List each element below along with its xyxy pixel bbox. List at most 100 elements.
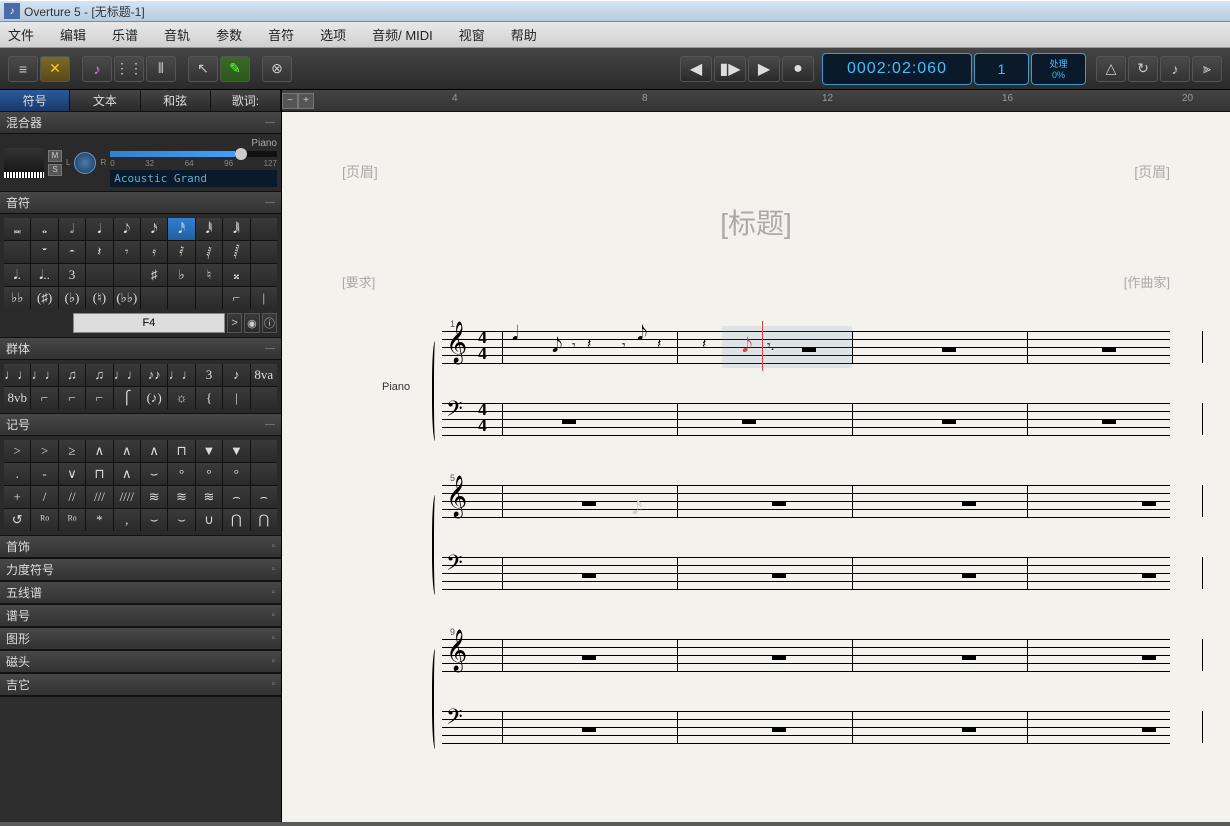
note-cell[interactable]: (♯) — [31, 287, 57, 309]
volume-slider[interactable] — [110, 151, 277, 157]
list-button[interactable]: ⋮⋮ — [114, 56, 144, 82]
delete-button[interactable]: ⊗ — [262, 56, 292, 82]
group-cell[interactable]: { — [196, 387, 222, 409]
group-cell[interactable]: ♩♩ — [168, 364, 194, 386]
mark-cell[interactable] — [251, 440, 277, 462]
instrument-icon[interactable] — [4, 148, 44, 178]
groups-header[interactable]: 群体— — [0, 338, 281, 360]
mark-cell[interactable]: /// — [86, 486, 112, 508]
note-cell[interactable]: 𝅘𝅥. — [4, 264, 30, 286]
group-cell[interactable] — [251, 387, 277, 409]
score-ruler[interactable]: − + 48121620 — [282, 90, 1230, 112]
menu-help[interactable]: 帮助 — [511, 25, 537, 44]
bass-staff[interactable]: 𝄢▬▬▬▬ — [442, 711, 1170, 743]
tools-button[interactable]: ✕ — [40, 56, 70, 82]
note-cell[interactable]: ⌐ — [223, 287, 249, 309]
score-page[interactable]: [页眉] [页眉] [标题] [要求] [作曲家] Piano1𝄞44𝅘𝅥𝅘𝅥𝅮… — [282, 112, 1230, 822]
mark-cell[interactable]: ° — [168, 463, 194, 485]
note-cell[interactable]: 𝅜 — [4, 218, 30, 240]
mark-cell[interactable]: ∧ — [114, 440, 140, 462]
note-cell[interactable]: 𝅘𝅥𝅯 — [141, 218, 167, 240]
mark-cell[interactable]: ≋ — [141, 486, 167, 508]
note-cell[interactable] — [86, 264, 112, 286]
collapsed-panel-header[interactable]: 吉它▫ — [0, 674, 281, 696]
bass-staff[interactable]: 𝄢44▬▬▬▬ — [442, 403, 1170, 435]
page-sub-right[interactable]: [作曲家] — [1124, 272, 1170, 291]
group-cell[interactable]: ⌐ — [31, 387, 57, 409]
mark-cell[interactable]: . — [4, 463, 30, 485]
note-cell[interactable]: ♭ — [168, 264, 194, 286]
group-cell[interactable]: ♫ — [86, 364, 112, 386]
mark-cell[interactable]: ▼ — [196, 440, 222, 462]
metronome-button[interactable]: △ — [1096, 56, 1126, 82]
record-button[interactable]: ● — [782, 56, 814, 82]
note-cell[interactable]: 𝄽 — [86, 241, 112, 263]
group-cell[interactable]: ☼ — [168, 387, 194, 409]
mark-cell[interactable]: ° — [196, 463, 222, 485]
mark-cell[interactable]: ⌢ — [223, 486, 249, 508]
group-cell[interactable]: 8vb — [4, 387, 30, 409]
menu-options[interactable]: 选项 — [320, 25, 346, 44]
note-cell[interactable]: (♮) — [86, 287, 112, 309]
mark-cell[interactable]: - — [31, 463, 57, 485]
note-cell[interactable] — [251, 218, 277, 240]
solo-button[interactable]: S — [48, 164, 62, 176]
quantize-button[interactable]: ♪ — [1160, 56, 1190, 82]
menu-notes[interactable]: 音符 — [268, 25, 294, 44]
mark-cell[interactable]: ∪ — [196, 509, 222, 531]
group-cell[interactable]: ♩♩ — [114, 364, 140, 386]
mark-cell[interactable]: ≋ — [196, 486, 222, 508]
play-button[interactable]: ▶ — [748, 56, 780, 82]
tab-symbols[interactable]: 符号 — [0, 90, 70, 111]
mark-cell[interactable] — [251, 463, 277, 485]
mark-cell[interactable]: ᴿᵒ — [59, 509, 85, 531]
treble-staff[interactable]: 𝄞▬▬▬▬ — [442, 639, 1170, 671]
menu-track[interactable]: 音轨 — [164, 25, 190, 44]
snap-button[interactable]: ⫸ — [1192, 56, 1222, 82]
mark-cell[interactable]: ⌢ — [251, 486, 277, 508]
pan-knob[interactable] — [74, 152, 96, 174]
mark-cell[interactable]: ∨ — [59, 463, 85, 485]
note-cell[interactable]: 𝄼 — [59, 241, 85, 263]
note-cell[interactable]: 𝄿 — [141, 241, 167, 263]
menu-audio-midi[interactable]: 音频/ MIDI — [372, 25, 433, 44]
note-cell[interactable]: 𝅁 — [196, 241, 222, 263]
note-input[interactable] — [73, 313, 225, 333]
mark-cell[interactable]: ⌣ — [141, 509, 167, 531]
pointer-tool[interactable]: ↖ — [188, 56, 218, 82]
treble-staff[interactable]: 𝄞▬▬▬▬𝅘𝅥𝅯 — [442, 485, 1170, 517]
marks-header[interactable]: 记号— — [0, 414, 281, 436]
note-cell[interactable] — [196, 287, 222, 309]
collapsed-panel-header[interactable]: 五线谱▫ — [0, 582, 281, 604]
mark-cell[interactable]: ᴿᵒ — [31, 509, 57, 531]
stop-button[interactable]: ▮▶ — [714, 56, 746, 82]
group-cell[interactable]: ♪ — [223, 364, 249, 386]
note-cell[interactable]: (♭♭) — [114, 287, 140, 309]
mark-cell[interactable]: ∧ — [86, 440, 112, 462]
note-cell[interactable] — [114, 264, 140, 286]
menu-score[interactable]: 乐谱 — [112, 25, 138, 44]
menu-edit[interactable]: 编辑 — [60, 25, 86, 44]
note-cell[interactable]: 𝅘𝅥𝅲 — [223, 218, 249, 240]
group-cell[interactable]: (♪) — [141, 387, 167, 409]
mark-cell[interactable]: , — [114, 509, 140, 531]
group-cell[interactable]: ♩♩ — [4, 364, 30, 386]
mark-cell[interactable]: ∧ — [114, 463, 140, 485]
note-cell[interactable]: 𝅂 — [223, 241, 249, 263]
collapsed-panel-header[interactable]: 图形▫ — [0, 628, 281, 650]
group-cell[interactable]: 3 — [196, 364, 222, 386]
mark-cell[interactable]: ⊓ — [86, 463, 112, 485]
page-header-left[interactable]: [页眉] — [342, 162, 378, 182]
mark-cell[interactable]: ∧ — [141, 440, 167, 462]
treble-staff[interactable]: 𝄞44𝅘𝅥𝅘𝅥𝅮𝄾𝄽𝄾𝅘𝅥𝅮𝄽𝄽𝅘𝅥𝅮𝄾.▬▬▬ — [442, 331, 1170, 363]
page-sub-left[interactable]: [要求] — [342, 272, 375, 291]
mark-cell[interactable]: ⌣ — [141, 463, 167, 485]
mark-cell[interactable]: / — [31, 486, 57, 508]
note-cell[interactable]: 𝅘𝅥𝅮 — [114, 218, 140, 240]
view-button[interactable]: ≡ — [8, 56, 38, 82]
collapsed-panel-header[interactable]: 首饰▫ — [0, 536, 281, 558]
mark-cell[interactable]: * — [86, 509, 112, 531]
bass-staff[interactable]: 𝄢▬▬▬▬ — [442, 557, 1170, 589]
mark-cell[interactable]: > — [31, 440, 57, 462]
rewind-button[interactable]: ◀ — [680, 56, 712, 82]
